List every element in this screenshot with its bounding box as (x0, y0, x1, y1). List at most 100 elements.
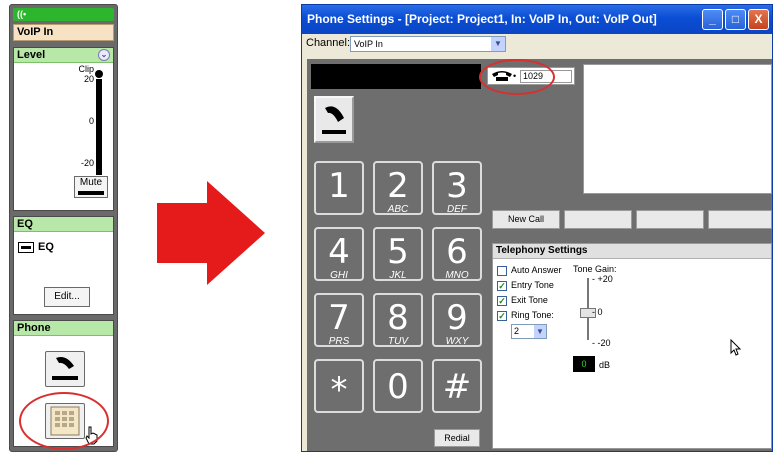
key-digit: 2 (387, 166, 409, 206)
exit-tone-label: Exit Tone (511, 295, 548, 305)
key-letters: DEF (447, 204, 467, 215)
chevron-down-icon[interactable]: ▼ (491, 37, 505, 51)
phone-panel: 1 2 ABC 3 DEF 4 GHI 5 JKL 6 MNO 7 PRS 8 TUV 9 WX… (307, 59, 772, 451)
key-1[interactable]: 1 (314, 161, 364, 215)
key-digit: 3 (446, 166, 468, 206)
channel-select-value: VoIP In (354, 39, 383, 49)
meter-scale-mid: 0 (88, 116, 94, 126)
level-title: Level (17, 49, 46, 61)
close-button[interactable]: X (748, 9, 769, 30)
ring-tone-select[interactable]: 2 ▼ (511, 324, 547, 339)
key-9[interactable]: 9 WXY (432, 293, 482, 347)
ring-tone-row[interactable]: ✓ Ring Tone: (497, 309, 554, 321)
telephony-settings-panel: Telephony Settings Auto Answer ✓ Entry To… (492, 243, 772, 449)
dialpad-highlight-ellipse (19, 392, 109, 450)
arrow-head-icon (207, 181, 265, 285)
key-digit: 8 (387, 298, 409, 338)
clip-indicator-icon (95, 70, 103, 78)
key-letters: ABC (387, 204, 409, 215)
eq-toggle-label: EQ (38, 241, 54, 253)
pointer-cursor-icon (730, 339, 742, 356)
call-slot-button-4[interactable] (708, 210, 772, 229)
eq-edit-button[interactable]: Edit... (44, 287, 90, 307)
key-7[interactable]: 7 PRS (314, 293, 364, 347)
level-section: Level ⌄ Clip 20 0 -20 Mute (13, 47, 114, 211)
key-digit: 0 (387, 367, 409, 407)
key-letters: MNO (445, 270, 469, 281)
call-slot-button-2[interactable] (564, 210, 632, 229)
handset-button[interactable] (45, 351, 85, 387)
eq-section: EQ EQ Edit... (13, 216, 114, 315)
key-digit: 1 (328, 166, 350, 206)
key-6[interactable]: 6 MNO (432, 227, 482, 281)
entry-tone-row[interactable]: ✓ Entry Tone (497, 279, 554, 291)
key-8[interactable]: 8 TUV (373, 293, 423, 347)
key-digit: 7 (328, 298, 350, 338)
collapse-icon[interactable]: ⌄ (98, 49, 110, 61)
key-letters: PRS (328, 336, 350, 347)
window-title: Phone Settings - [Project: Project1, In:… (307, 12, 657, 26)
channel-label: Channel: (306, 37, 351, 49)
channel-strip: ((• VoIP In Level ⌄ Clip 20 0 -20 Mute E… (9, 4, 118, 452)
tone-gain-label: Tone Gain: (573, 264, 617, 274)
number-display (311, 64, 481, 89)
db-readout: 0 (573, 356, 595, 372)
key-5[interactable]: 5 JKL (373, 227, 423, 281)
mute-button[interactable]: Mute (74, 176, 108, 198)
key-digit: 9 (446, 298, 468, 338)
key-4[interactable]: 4 GHI (314, 227, 364, 281)
chevron-down-icon[interactable]: ▼ (534, 325, 546, 338)
ring-tone-checkbox[interactable]: ✓ (497, 310, 507, 321)
channel-bar: Channel: VoIP In ▼ (302, 34, 772, 54)
gain-mark-mid: - 0 (592, 307, 603, 317)
new-call-button[interactable]: New Call (492, 210, 560, 229)
key-star[interactable]: * (314, 359, 364, 413)
auto-answer-row[interactable]: Auto Answer (497, 264, 562, 276)
entry-tone-label: Entry Tone (511, 280, 554, 290)
key-letters: GHI (330, 270, 348, 281)
level-meter-bar (96, 79, 102, 175)
redial-button[interactable]: Redial (434, 429, 480, 447)
clip-label: Clip (78, 64, 94, 74)
call-display-area (583, 64, 772, 194)
arrow-right-icon (157, 203, 207, 263)
minimize-button[interactable]: _ (702, 9, 723, 30)
channel-name-label: VoIP In (13, 24, 114, 41)
entry-tone-checkbox[interactable]: ✓ (497, 280, 507, 291)
call-slot-button-3[interactable] (636, 210, 704, 229)
handset-icon (322, 106, 346, 134)
maximize-button[interactable]: □ (725, 9, 746, 30)
key-letters: TUV (388, 336, 408, 347)
key-digit: # (442, 367, 472, 407)
line-number-highlight-ellipse (479, 59, 555, 95)
ring-tone-label: Ring Tone: (511, 310, 554, 320)
eq-toggle-icon[interactable] (18, 242, 34, 253)
off-hook-button[interactable] (314, 96, 354, 143)
key-letters: WXY (445, 336, 469, 347)
key-0[interactable]: 0 (373, 359, 423, 413)
channel-select[interactable]: VoIP In ▼ (350, 36, 506, 52)
key-hash[interactable]: # (432, 359, 482, 413)
exit-tone-row[interactable]: ✓ Exit Tone (497, 294, 548, 306)
key-letters: JKL (389, 270, 407, 281)
meter-scale-top: 20 (83, 74, 94, 84)
level-header[interactable]: Level ⌄ (14, 48, 113, 63)
key-digit: 5 (387, 232, 409, 272)
phone-header: Phone (14, 321, 113, 336)
mute-led-icon (78, 191, 104, 195)
telephony-settings-title: Telephony Settings (493, 244, 771, 259)
window-titlebar[interactable]: Phone Settings - [Project: Project1, In:… (302, 5, 772, 34)
db-unit-label: dB (599, 360, 611, 370)
exit-tone-checkbox[interactable]: ✓ (497, 295, 507, 306)
auto-answer-label: Auto Answer (511, 265, 562, 275)
key-digit: 4 (328, 232, 350, 272)
ring-tone-value: 2 (514, 326, 520, 336)
mute-label: Mute (79, 177, 103, 188)
key-digit: * (330, 370, 348, 410)
key-2[interactable]: 2 ABC (373, 161, 423, 215)
meter-scale-bottom: -20 (80, 158, 94, 168)
auto-answer-checkbox[interactable] (497, 265, 507, 276)
gain-mark-bottom: - -20 (592, 338, 611, 348)
key-3[interactable]: 3 DEF (432, 161, 482, 215)
handset-icon (52, 357, 78, 380)
